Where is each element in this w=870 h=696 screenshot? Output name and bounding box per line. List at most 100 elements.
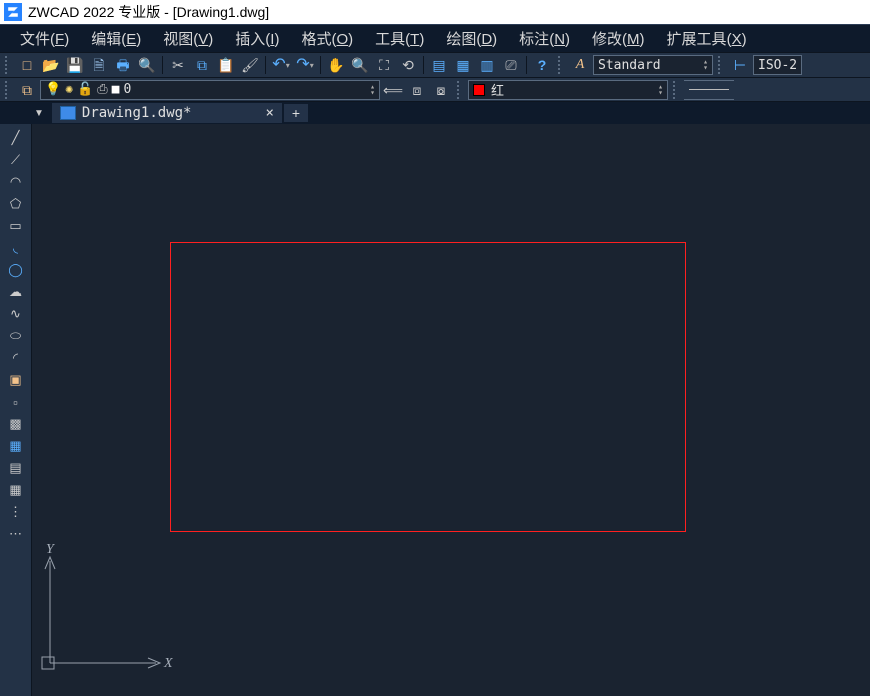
toolbar-grip-icon[interactable] <box>457 81 463 99</box>
properties-icon: ▤ <box>432 58 445 72</box>
copy-button[interactable]: ⧉ <box>191 54 213 76</box>
preview-button[interactable]: 🔍 <box>136 54 158 76</box>
separator-icon <box>162 56 163 74</box>
cline-button[interactable]: ⟋ <box>5 150 27 170</box>
dimstyle-value: ISO-2 <box>758 58 797 73</box>
rectangle-button[interactable]: ▭ <box>5 216 27 236</box>
textstyle-button[interactable]: A <box>569 54 591 76</box>
textstyle-combo[interactable]: Standard ▴▾ <box>593 55 713 75</box>
menu-bar: 文件(F) 编辑(E) 视图(V) 插入(I) 格式(O) 工具(T) 绘图(D… <box>0 24 870 52</box>
properties-button[interactable]: ▤ <box>428 54 450 76</box>
spline-button[interactable]: ∿ <box>5 304 27 324</box>
circle-button[interactable]: ◯ <box>5 260 27 280</box>
match-button[interactable]: 🖌 <box>239 54 261 76</box>
hatch2-button[interactable]: ⋮ <box>5 502 27 522</box>
tool-palette-button[interactable]: ▥ <box>476 54 498 76</box>
layer-lock-icon: 🔓 <box>77 82 93 97</box>
help-button[interactable]: ? <box>531 54 553 76</box>
main-area: ╱ ⟋ ◠ ⬠ ▭ ◟ ◯ ☁ ∿ ⬭ ◜ ▣ ▫ ▩ ▦ ▤ ▦ ⋮ ⋯ Y … <box>0 124 870 696</box>
layer-combo[interactable]: 💡 ✺ 🔓 ⎙ ■ 0 ▴▾ <box>40 80 380 100</box>
layer-unhide-icon: ⧇ <box>437 83 446 97</box>
match-icon: 🖌 <box>241 58 259 72</box>
arc2-icon: ◟ <box>13 240 18 256</box>
zoom-realtime-button[interactable]: 🔍 <box>349 54 371 76</box>
layer-unhide-button[interactable]: ⧇ <box>430 79 452 101</box>
paste-button[interactable]: 📋 <box>215 54 237 76</box>
zoomprev-icon: ⟲ <box>402 58 414 72</box>
toolbar-grip-icon[interactable] <box>718 56 724 74</box>
region-button[interactable]: ▤ <box>5 458 27 478</box>
menu-view[interactable]: 视图(V) <box>153 25 223 52</box>
ellipse-icon: ⬭ <box>10 328 21 344</box>
plus-icon: + <box>292 105 300 121</box>
menu-edit[interactable]: 编辑(E) <box>81 25 151 52</box>
document-tab-label: Drawing1.dwg* <box>82 105 192 121</box>
point-button[interactable]: ▫ <box>5 392 27 412</box>
layer-plot-icon: ⎙ <box>97 82 107 97</box>
save-button[interactable]: 💾 <box>64 54 86 76</box>
toolbar-grip-icon[interactable] <box>558 56 564 74</box>
color-combo[interactable]: 红 ▴▾ <box>468 80 668 100</box>
hatch-button[interactable]: ▩ <box>5 414 27 434</box>
redo-button[interactable]: ↷▾ <box>294 54 316 76</box>
tab-close-button[interactable]: × <box>265 105 273 121</box>
polygon-button[interactable]: ⬠ <box>5 194 27 214</box>
cut-button[interactable]: ✂ <box>167 54 189 76</box>
drawn-rectangle[interactable] <box>170 242 686 532</box>
new-button[interactable]: □ <box>16 54 38 76</box>
revcloud-button[interactable]: ☁ <box>5 282 27 302</box>
zoom-window-button[interactable]: ⛶ <box>373 54 395 76</box>
open-button[interactable]: 📂 <box>40 54 62 76</box>
dimstyle-combo[interactable]: ISO-2 <box>753 55 802 75</box>
gradient-button[interactable]: ▦ <box>5 436 27 456</box>
undo-icon: ↶ <box>272 57 285 73</box>
plot-button[interactable]: 🖶 <box>112 54 134 76</box>
combo-caret-icon: ▴▾ <box>658 84 663 96</box>
document-tab[interactable]: Drawing1.dwg* × <box>52 103 282 123</box>
svg-text:X: X <box>163 656 173 671</box>
design-center-button[interactable]: ▦ <box>452 54 474 76</box>
zoom-prev-button[interactable]: ⟲ <box>397 54 419 76</box>
drawing-canvas[interactable]: Y X <box>32 124 870 696</box>
separator-icon <box>265 56 266 74</box>
toolbar-grip-icon[interactable] <box>673 81 679 99</box>
earc-icon: ◜ <box>13 350 18 366</box>
clean-button[interactable]: ⎚ <box>500 54 522 76</box>
pan-button[interactable]: ✋ <box>325 54 347 76</box>
lineweight-combo[interactable] <box>684 80 734 100</box>
new-tab-button[interactable]: + <box>284 104 308 122</box>
table-button[interactable]: ▦ <box>5 480 27 500</box>
menu-modify[interactable]: 修改(M) <box>582 25 655 52</box>
dwg-icon <box>60 106 76 120</box>
saveas-button[interactable]: 🗎 <box>88 54 110 76</box>
tab-menu-icon[interactable]: ▼ <box>34 108 44 119</box>
table-icon: ▦ <box>9 482 21 498</box>
menu-insert[interactable]: 插入(I) <box>225 25 289 52</box>
cut-icon: ✂ <box>172 58 184 72</box>
hatch-icon: ▩ <box>9 416 21 432</box>
menu-dim[interactable]: 标注(N) <box>509 25 580 52</box>
toolbar-grip-icon[interactable] <box>5 56 11 74</box>
menu-format[interactable]: 格式(O) <box>291 25 363 52</box>
undo-button[interactable]: ↶▾ <box>270 54 292 76</box>
layer-manager-button[interactable]: ⧉ <box>16 79 38 101</box>
menu-ext[interactable]: 扩展工具(X) <box>657 25 757 52</box>
line-button[interactable]: ╱ <box>5 128 27 148</box>
block-button[interactable]: ▣ <box>5 370 27 390</box>
menu-draw[interactable]: 绘图(D) <box>436 25 507 52</box>
layer-prev-button[interactable]: ⟸ <box>382 79 404 101</box>
layer-iso-button[interactable]: ⧈ <box>406 79 428 101</box>
dimstyle-button[interactable]: ⊢ <box>729 54 751 76</box>
earc-button[interactable]: ◜ <box>5 348 27 368</box>
ellipse-button[interactable]: ⬭ <box>5 326 27 346</box>
toolbar-grip-icon[interactable] <box>5 81 11 99</box>
plot-icon: 🖶 <box>116 58 129 72</box>
menu-tools[interactable]: 工具(T) <box>365 25 434 52</box>
arc2-button[interactable]: ◟ <box>5 238 27 258</box>
menu-file[interactable]: 文件(F) <box>10 25 79 52</box>
gradient-icon: ▦ <box>9 438 21 454</box>
copy-icon: ⧉ <box>197 58 207 72</box>
color-swatch-icon <box>473 84 485 96</box>
more-button[interactable]: ⋯ <box>5 524 27 544</box>
arc-button[interactable]: ◠ <box>5 172 27 192</box>
